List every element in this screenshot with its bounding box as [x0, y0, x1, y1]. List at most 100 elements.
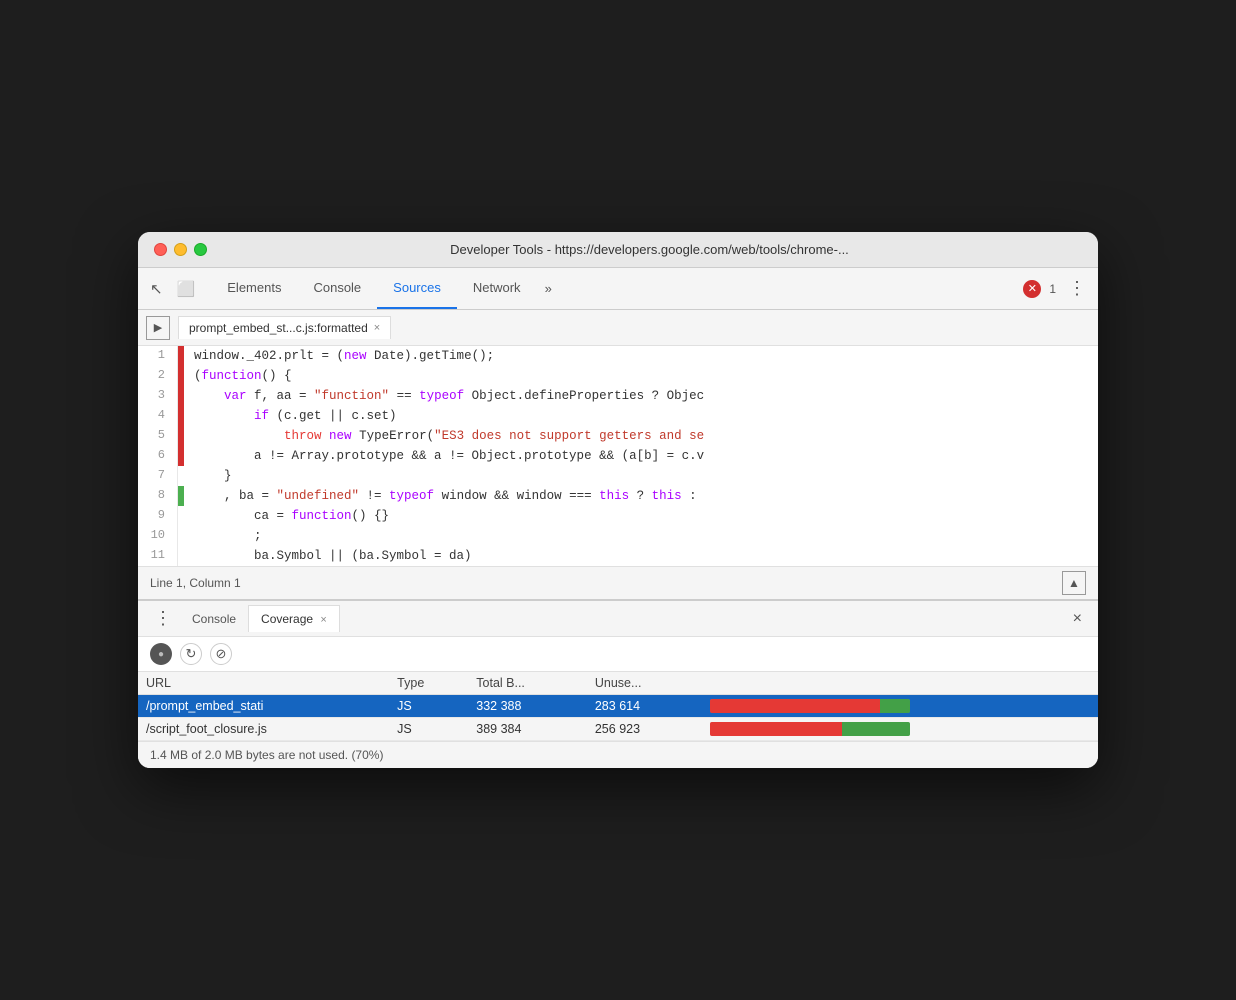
line-content: ca = function() {} — [184, 506, 1098, 526]
code-editor: 1 window._402.prlt = (new Date).getTime(… — [138, 346, 1098, 566]
cursor-position: Line 1, Column 1 — [150, 576, 241, 590]
unused-bar — [710, 699, 880, 713]
code-line-9: 9 ca = function() {} — [138, 506, 1098, 526]
row-bar — [702, 718, 1098, 741]
bottom-panel-close[interactable]: × — [1065, 606, 1090, 632]
row-unused: 256 923 — [587, 718, 702, 741]
col-type: Type — [389, 672, 468, 695]
line-content: } — [184, 466, 1098, 486]
refresh-icon: ↻ — [186, 646, 197, 662]
line-content: ba.Symbol || (ba.Symbol = da) — [184, 546, 1098, 566]
line-content: window._402.prlt = (new Date).getTime(); — [184, 346, 1098, 366]
coverage-summary: 1.4 MB of 2.0 MB bytes are not used. (70… — [150, 748, 383, 762]
coverage-table-container: URL Type Total B... Unuse... /prompt_emb… — [138, 672, 1098, 741]
code-lines: 1 window._402.prlt = (new Date).getTime(… — [138, 346, 1098, 566]
row-type: JS — [389, 718, 468, 741]
col-bar — [702, 672, 1098, 695]
error-count: 1 — [1049, 282, 1056, 296]
line-number: 9 — [138, 506, 178, 526]
used-bar — [880, 699, 910, 713]
record-button[interactable]: ● — [150, 643, 172, 665]
code-line-8: 8 , ba = "undefined" != typeof window &&… — [138, 486, 1098, 506]
refresh-button[interactable]: ↻ — [180, 643, 202, 665]
tab-console[interactable]: Console — [297, 268, 377, 309]
usage-bar — [710, 722, 910, 736]
clear-button[interactable]: ⊘ — [210, 643, 232, 665]
bottom-menu-button[interactable]: ⋮ — [146, 604, 180, 633]
traffic-lights — [154, 243, 207, 256]
usage-bar — [710, 699, 910, 713]
row-unused: 283 614 — [587, 695, 702, 718]
fullscreen-button[interactable] — [194, 243, 207, 256]
line-number: 5 — [138, 426, 178, 446]
line-number: 8 — [138, 486, 178, 506]
file-tabbar: ▶ prompt_embed_st...c.js:formatted × — [138, 310, 1098, 346]
coverage-toolbar: ● ↻ ⊘ — [138, 637, 1098, 672]
coverage-tab-close[interactable]: × — [320, 614, 326, 626]
device-icon[interactable]: ⬜ — [173, 276, 200, 302]
row-bar — [702, 695, 1098, 718]
devtools-window: Developer Tools - https://developers.goo… — [138, 232, 1098, 768]
file-tab-close[interactable]: × — [374, 322, 380, 334]
record-icon: ● — [158, 649, 164, 660]
window-title: Developer Tools - https://developers.goo… — [217, 242, 1082, 257]
line-number: 11 — [138, 546, 178, 566]
inspect-icon[interactable]: ↖ — [146, 276, 167, 302]
code-line-6: 6 a != Array.prototype && a != Object.pr… — [138, 446, 1098, 466]
line-number: 2 — [138, 366, 178, 386]
code-line-11: 11 ba.Symbol || (ba.Symbol = da) — [138, 546, 1098, 566]
titlebar: Developer Tools - https://developers.goo… — [138, 232, 1098, 268]
row-url: /script_foot_closure.js — [138, 718, 389, 741]
line-number: 1 — [138, 346, 178, 366]
col-unused: Unuse... — [587, 672, 702, 695]
line-content: (function() { — [184, 366, 1098, 386]
table-row[interactable]: /prompt_embed_stati JS 332 388 283 614 — [138, 695, 1098, 718]
more-tabs-button[interactable]: » — [537, 273, 560, 304]
line-content: if (c.get || c.set) — [184, 406, 1098, 426]
line-content: var f, aa = "function" == typeof Object.… — [184, 386, 1098, 406]
line-number: 10 — [138, 526, 178, 546]
tabbar-right: ✕ 1 ⋮ — [1023, 274, 1090, 303]
main-tabbar: ↖ ⬜ Elements Console Sources Network » ✕… — [138, 268, 1098, 310]
tab-coverage[interactable]: Coverage × — [248, 605, 340, 632]
format-button[interactable]: ▲ — [1062, 571, 1086, 595]
row-url: /prompt_embed_stati — [138, 695, 389, 718]
drawer-toggle-icon[interactable]: ▶ — [146, 316, 170, 340]
tab-sources[interactable]: Sources — [377, 268, 457, 309]
code-line-7: 7 } — [138, 466, 1098, 486]
tabbar-icons: ↖ ⬜ — [146, 276, 199, 302]
bottom-panel: ⋮ Console Coverage × × ● ↻ ⊘ — [138, 599, 1098, 768]
table-row[interactable]: /script_foot_closure.js JS 389 384 256 9… — [138, 718, 1098, 741]
tab-elements[interactable]: Elements — [211, 268, 297, 309]
row-type: JS — [389, 695, 468, 718]
file-tab-name: prompt_embed_st...c.js:formatted — [189, 321, 368, 335]
minimize-button[interactable] — [174, 243, 187, 256]
line-content: , ba = "undefined" != typeof window && w… — [184, 486, 1098, 506]
devtools-menu-button[interactable]: ⋮ — [1064, 274, 1090, 303]
line-number: 7 — [138, 466, 178, 486]
code-line-5: 5 throw new TypeError("ES3 does not supp… — [138, 426, 1098, 446]
clear-icon: ⊘ — [216, 646, 227, 662]
line-number: 6 — [138, 446, 178, 466]
error-badge: ✕ — [1023, 280, 1041, 298]
bottom-tabbar: ⋮ Console Coverage × × — [138, 601, 1098, 637]
statusbar: Line 1, Column 1 ▲ — [138, 566, 1098, 599]
used-bar — [842, 722, 910, 736]
line-content: throw new TypeError("ES3 does not suppor… — [184, 426, 1098, 446]
close-button[interactable] — [154, 243, 167, 256]
file-tab[interactable]: prompt_embed_st...c.js:formatted × — [178, 316, 391, 339]
row-total: 332 388 — [468, 695, 587, 718]
tab-console-bottom[interactable]: Console — [180, 606, 248, 632]
unused-bar — [710, 722, 842, 736]
code-line-2: 2 (function() { — [138, 366, 1098, 386]
tab-network[interactable]: Network — [457, 268, 537, 309]
code-line-3: 3 var f, aa = "function" == typeof Objec… — [138, 386, 1098, 406]
col-total: Total B... — [468, 672, 587, 695]
code-line-1: 1 window._402.prlt = (new Date).getTime(… — [138, 346, 1098, 366]
coverage-footer: 1.4 MB of 2.0 MB bytes are not used. (70… — [138, 741, 1098, 768]
line-content: ; — [184, 526, 1098, 546]
sources-panel: ▶ prompt_embed_st...c.js:formatted × 1 w… — [138, 310, 1098, 599]
code-line-4: 4 if (c.get || c.set) — [138, 406, 1098, 426]
code-line-10: 10 ; — [138, 526, 1098, 546]
line-number: 4 — [138, 406, 178, 426]
